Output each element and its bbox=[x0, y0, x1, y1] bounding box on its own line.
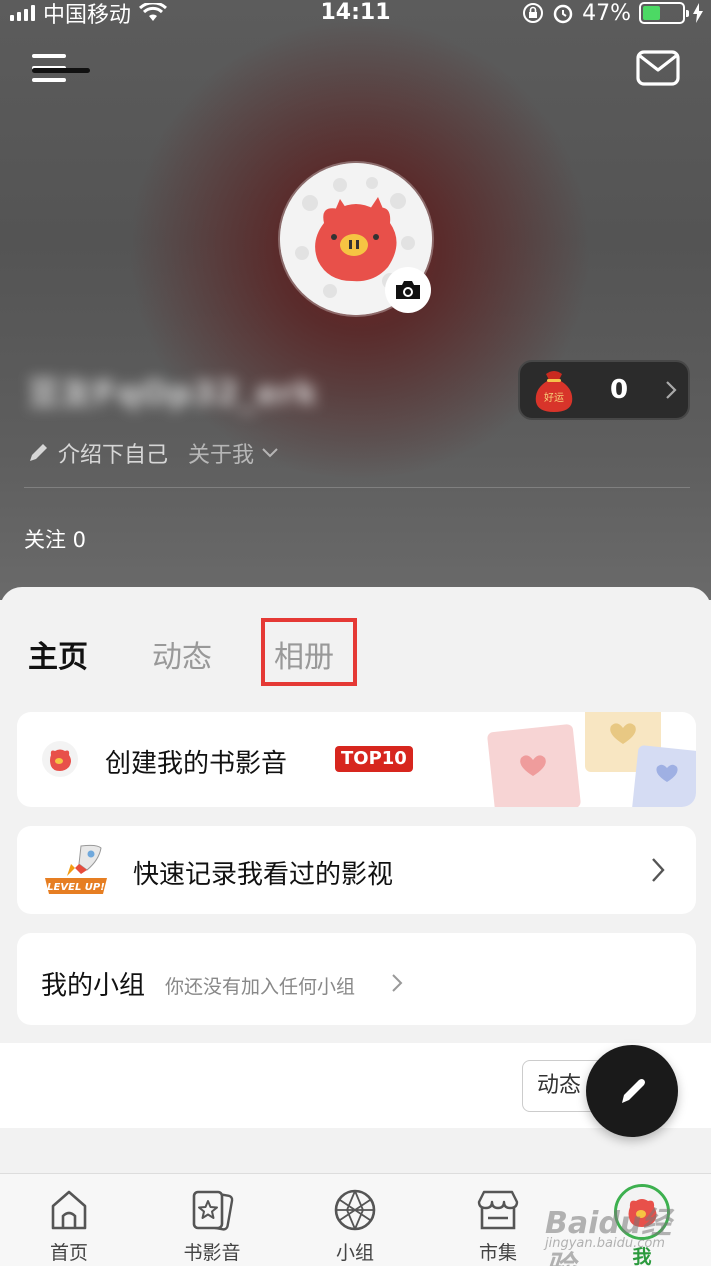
home-icon bbox=[51, 1190, 87, 1230]
shop-icon bbox=[477, 1190, 519, 1230]
nav-home-label: 首页 bbox=[49, 1242, 88, 1264]
coin-card[interactable]: 好运 0 bbox=[518, 360, 690, 420]
heart-cards-illustration bbox=[487, 712, 696, 807]
nav-groups-label: 小组 bbox=[335, 1242, 374, 1264]
coin-count: 0 bbox=[610, 375, 629, 405]
quick-record-title: 快速记录我看过的影视 bbox=[133, 860, 394, 890]
pencil-icon bbox=[622, 1079, 645, 1103]
star-card-icon bbox=[192, 1190, 234, 1231]
rocket-level-up-icon: LEVEL UP! bbox=[45, 844, 107, 894]
quick-record-card[interactable]: LEVEL UP! 快速记录我看过的影视 bbox=[17, 826, 696, 914]
intro-row: 介绍下自己 关于我 bbox=[26, 436, 280, 470]
battery-percent: 47% bbox=[582, 0, 631, 26]
globe-icon bbox=[334, 1189, 376, 1231]
top10-badge: TOP10 bbox=[335, 746, 413, 772]
create-list-title: 创建我的书影音 bbox=[105, 749, 288, 779]
avatar-small-icon bbox=[42, 741, 78, 777]
rotation-lock-icon bbox=[523, 3, 544, 23]
mail-icon[interactable] bbox=[636, 50, 680, 86]
my-groups-subtitle: 你还没有加入任何小组 bbox=[165, 976, 356, 998]
create-list-card[interactable]: 创建我的书影音 TOP10 bbox=[17, 712, 696, 807]
nav-books-movies-music[interactable]: 书影音 bbox=[162, 1188, 262, 1265]
about-me-link[interactable]: 关于我 bbox=[188, 437, 254, 469]
level-up-text: LEVEL UP! bbox=[47, 882, 105, 893]
nav-market-label: 市集 bbox=[478, 1242, 517, 1264]
lucky-bag-label: 好运 bbox=[544, 392, 564, 404]
watermark-url: jingyan.baidu.com bbox=[545, 1236, 665, 1251]
alarm-icon bbox=[553, 4, 573, 24]
nav-market[interactable]: 市集 bbox=[448, 1188, 548, 1265]
chevron-down-icon[interactable] bbox=[260, 446, 280, 460]
username: 豆友FqOp32_erk bbox=[28, 374, 319, 412]
my-groups-title: 我的小组 bbox=[41, 971, 146, 1001]
tab-active-indicator bbox=[32, 68, 90, 73]
baidu-watermark: Baidu经验 jingyan.baidu.com bbox=[545, 1198, 695, 1266]
compose-fab[interactable] bbox=[586, 1045, 678, 1137]
change-avatar-camera-icon[interactable] bbox=[385, 267, 431, 313]
lucky-bag-icon: 好运 bbox=[535, 371, 573, 412]
intro-link[interactable]: 介绍下自己 bbox=[58, 437, 168, 469]
nav-books-movies-music-label: 书影音 bbox=[183, 1242, 241, 1264]
my-groups-card[interactable]: 我的小组 你还没有加入任何小组 bbox=[17, 933, 696, 1025]
following-count[interactable]: 关注 0 bbox=[24, 524, 86, 554]
tab-activity[interactable]: 动态 bbox=[152, 632, 212, 676]
pencil-icon bbox=[30, 444, 47, 461]
nav-groups[interactable]: 小组 bbox=[305, 1188, 405, 1265]
divider bbox=[24, 487, 690, 488]
battery-icon bbox=[639, 2, 689, 24]
chevron-right-icon bbox=[392, 974, 403, 992]
charging-icon bbox=[693, 3, 703, 23]
chevron-right-icon bbox=[652, 858, 665, 882]
chevron-right-icon bbox=[666, 381, 677, 399]
tab-home[interactable]: 主页 bbox=[28, 632, 88, 676]
album-tab-highlight bbox=[261, 618, 357, 686]
nav-home[interactable]: 首页 bbox=[19, 1188, 119, 1265]
status-bar: 中国移动 14:11 47% bbox=[0, 0, 711, 28]
